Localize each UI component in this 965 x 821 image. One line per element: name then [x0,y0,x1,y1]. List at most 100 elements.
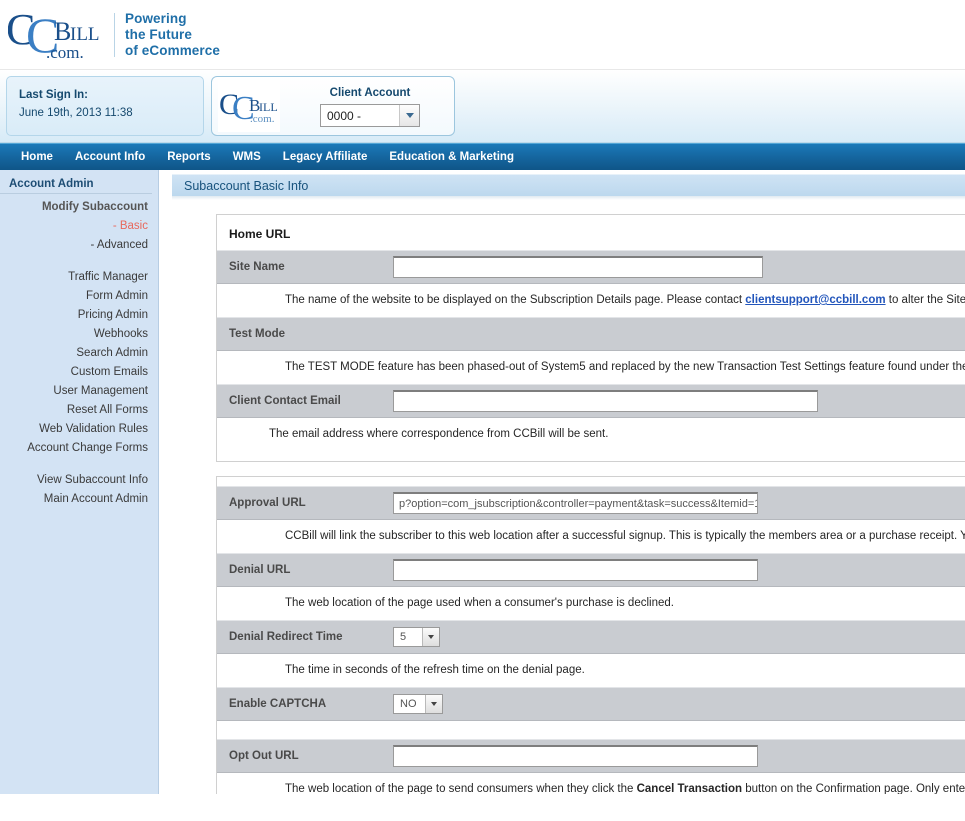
sidebar-item-advanced[interactable]: - Advanced [0,236,158,255]
site-name-desc-post: to alter the Site Name. [886,294,965,306]
field-desc-denial-redirect-time: The time in seconds of the refresh time … [217,654,965,687]
denial-redirect-time-value: 5 [394,631,422,643]
field-desc-test-mode: The TEST MODE feature has been phased-ou… [217,351,965,384]
page-title: Subaccount Basic Info [172,179,308,193]
field-row-denial-redirect-time: Denial Redirect Time 5 [217,620,965,654]
sidebar-item-main-account-admin[interactable]: Main Account Admin [0,490,158,509]
field-label-approval-url: Approval URL [229,497,393,509]
opt-out-desc-bold-cancel-transaction: Cancel Transaction [637,783,742,794]
sidebar-item-traffic-manager[interactable]: Traffic Manager [0,268,158,287]
field-desc-site-name: The name of the website to be displayed … [217,284,965,317]
sidebar-item-basic[interactable]: - Basic [0,217,158,236]
sidebar-title: Account Admin [0,178,152,194]
logo-divider [114,13,115,57]
field-row-enable-captcha: Enable CAPTCHA NO [217,687,965,721]
svg-text:B: B [54,17,71,46]
main-content: Subaccount Basic Info Home URL Site Name… [160,170,965,794]
field-label-opt-out-url: Opt Out URL [229,750,393,762]
client-account-title: Client Account [286,87,454,99]
sidebar-item-web-validation-rules[interactable]: Web Validation Rules [0,420,158,439]
tagline-line-3: of eCommerce [125,43,220,59]
chevron-down-icon [422,628,439,646]
field-label-client-contact-email: Client Contact Email [229,395,393,407]
nav-item-reports[interactable]: Reports [156,144,221,171]
panel-urls: Approval URL p?option=com_jsubscription&… [216,476,965,794]
sidebar-gap-1 [0,255,158,268]
panel2-top-spacer [217,477,965,486]
nav-item-education-marketing[interactable]: Education & Marketing [378,144,525,171]
last-signin-label: Last Sign In: [19,89,203,101]
brand-tagline: Powering the Future of eCommerce [125,11,220,59]
opt-out-desc-1: The web location of the page to send con… [285,783,637,794]
svg-text:.com.: .com. [250,113,275,125]
panel-heading-home-url: Home URL [217,215,965,250]
sidebar-item-form-admin[interactable]: Form Admin [0,287,158,306]
client-account-selected-value: 0000 - [321,109,367,123]
field-row-denial-url: Denial URL [217,553,965,587]
brand-header: C C B ILL .com. Powering the Future of e… [0,0,965,70]
sidebar-item-modify-subaccount[interactable]: Modify Subaccount [0,198,158,217]
tagline-line-1: Powering [125,11,220,27]
ccbill-logo-icon: C C B ILL .com. [8,6,110,64]
nav-item-wms[interactable]: WMS [222,144,272,171]
field-desc-opt-out-url: The web location of the page to send con… [217,773,965,794]
field-row-test-mode: Test Mode [217,317,965,351]
nav-item-home[interactable]: Home [10,144,64,171]
sidebar-item-webhooks[interactable]: Webhooks [0,325,158,344]
field-label-site-name: Site Name [229,261,393,273]
chevron-down-icon [425,695,442,713]
field-desc-client-contact-email: The email address where correspondence f… [217,418,965,451]
account-strip: Last Sign In: June 19th, 2013 11:38 C C … [0,70,965,143]
site-name-input[interactable] [393,256,763,278]
sidebar-item-pricing-admin[interactable]: Pricing Admin [0,306,158,325]
opt-out-url-input[interactable] [393,745,758,767]
sidebar-item-custom-emails[interactable]: Custom Emails [0,363,158,382]
ccbill-small-logo-icon: C C B ILL .com. [218,80,280,132]
field-label-denial-url: Denial URL [229,564,393,576]
sidebar-item-reset-all-forms[interactable]: Reset All Forms [0,401,158,420]
denial-redirect-time-select[interactable]: 5 [393,627,440,647]
chevron-down-icon [399,105,419,126]
content-title-bar: Subaccount Basic Info [172,174,965,196]
sidebar-item-view-subaccount-info[interactable]: View Subaccount Info [0,471,158,490]
enable-captcha-value: NO [394,698,425,710]
content-title-shadow [172,196,965,200]
enable-captcha-select[interactable]: NO [393,694,443,714]
field-label-enable-captcha: Enable CAPTCHA [229,698,393,710]
svg-text:ILL: ILL [259,100,278,114]
sidebar: Account Admin Modify Subaccount - Basic … [0,170,159,794]
client-account-select[interactable]: 0000 - [320,104,420,127]
approval-url-input[interactable]: p?option=com_jsubscription&controller=pa… [393,492,758,514]
main-navigation: Home Account Info Reports WMS Legacy Aff… [0,143,965,170]
field-row-site-name: Site Name [217,250,965,284]
field-label-test-mode: Test Mode [229,328,393,340]
site-name-desc-pre: The name of the website to be displayed … [285,294,745,306]
nav-item-account-info[interactable]: Account Info [64,144,156,171]
captcha-bottom-spacer [217,721,965,739]
client-account-panel: C C B ILL .com. Client Account 0000 - [211,76,455,136]
sidebar-item-search-admin[interactable]: Search Admin [0,344,158,363]
svg-text:ILL: ILL [70,24,100,45]
clientsupport-email-link[interactable]: clientsupport@ccbill.com [745,294,885,306]
panel-home-url: Home URL Site Name The name of the websi… [216,214,965,462]
last-signin-panel: Last Sign In: June 19th, 2013 11:38 [6,76,204,136]
svg-text:.com.: .com. [46,43,84,62]
last-signin-value: June 19th, 2013 11:38 [19,107,203,119]
nav-item-legacy-affiliate[interactable]: Legacy Affiliate [272,144,379,171]
field-desc-denial-url: The web location of the page used when a… [217,587,965,620]
tagline-line-2: the Future [125,27,220,43]
client-account-control: Client Account 0000 - [280,85,454,127]
opt-out-desc-2: button on the Confirmation page. Only en… [742,783,965,794]
field-desc-approval-url: CCBill will link the subscriber to this … [217,520,965,553]
page-body: Account Admin Modify Subaccount - Basic … [0,170,965,794]
denial-url-input[interactable] [393,559,758,581]
client-contact-email-input[interactable] [393,390,818,412]
field-row-opt-out-url: Opt Out URL [217,739,965,773]
panel1-bottom-spacer [217,451,965,461]
brand-logo[interactable]: C C B ILL .com. Powering the Future of e… [8,4,220,66]
field-row-approval-url: Approval URL p?option=com_jsubscription&… [217,486,965,520]
sidebar-item-account-change-forms[interactable]: Account Change Forms [0,439,158,458]
sidebar-gap-2 [0,458,158,471]
sidebar-item-user-management[interactable]: User Management [0,382,158,401]
field-label-denial-redirect-time: Denial Redirect Time [229,631,393,643]
